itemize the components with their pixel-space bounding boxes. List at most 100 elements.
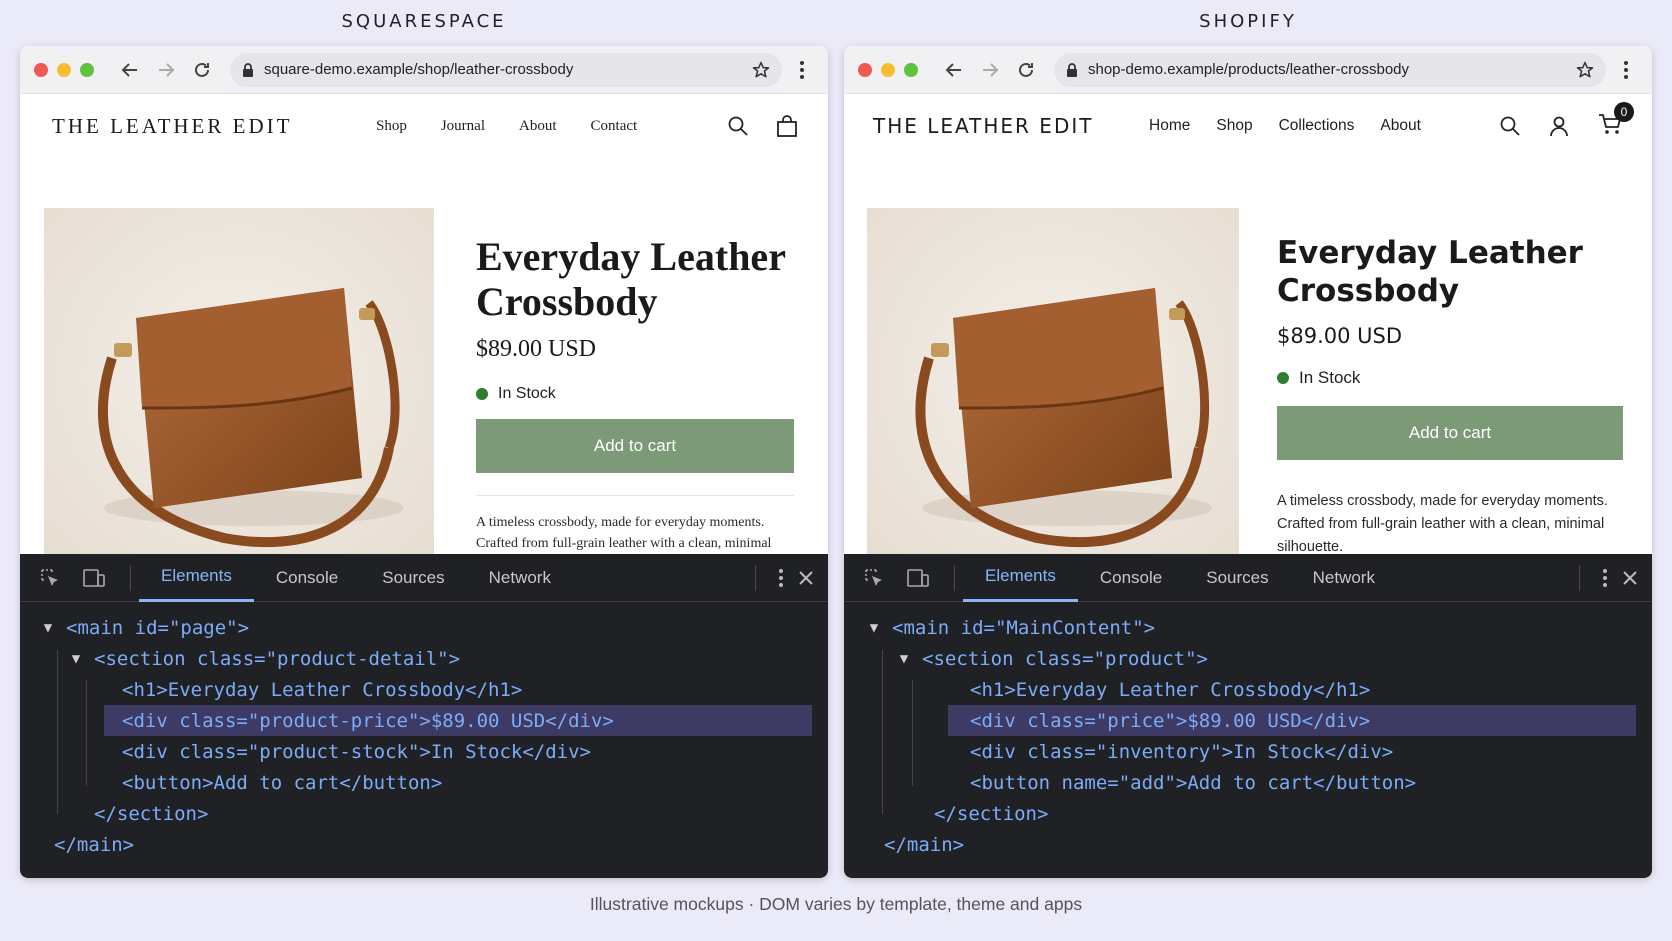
product-price: $89.00 USD — [1277, 324, 1403, 348]
collapse-triangle-icon[interactable]: ▼ — [894, 651, 914, 667]
devtools-actions — [747, 554, 814, 602]
dom-tag: <section class="product-detail"> — [94, 647, 461, 670]
forward-arrow-icon[interactable] — [152, 56, 180, 84]
in-stock-indicator-icon — [476, 388, 488, 400]
shopping-bag-icon[interactable] — [776, 115, 798, 137]
devtools-panel: Elements Console Sources Network ▼ <main … — [844, 554, 1652, 878]
close-devtools-icon[interactable] — [1622, 570, 1638, 586]
dom-node-section[interactable]: ▼ <section class="product-detail"> — [20, 643, 828, 674]
devtools-menu-icon[interactable] — [1602, 568, 1608, 588]
dom-node-main[interactable]: ▼ <main id="page"> — [20, 612, 828, 643]
dom-node-section-close[interactable]: </section> — [20, 798, 828, 829]
stock-status: In Stock — [1277, 368, 1623, 388]
product-description: A timeless crossbody, made for everyday … — [1277, 493, 1608, 555]
device-toolbar-icon[interactable] — [78, 562, 110, 594]
browser-toolbar: shop-demo.example/products/leather-cross… — [844, 46, 1652, 94]
tab-separator — [755, 565, 756, 591]
tab-separator — [954, 564, 955, 591]
dom-node-section[interactable]: ▼ <section class="product"> — [844, 643, 1652, 674]
collapse-triangle-icon[interactable]: ▼ — [66, 651, 86, 667]
devtools-menu-icon[interactable] — [778, 568, 784, 588]
dom-node-inventory[interactable]: <div class="inventory">In Stock</div> — [844, 736, 1652, 767]
dom-tag: <section class="product"> — [922, 647, 1208, 670]
close-window-button[interactable] — [858, 62, 872, 77]
dom-tag: <button>Add to cart</button> — [122, 771, 443, 794]
account-icon[interactable] — [1548, 115, 1570, 137]
back-arrow-icon[interactable] — [940, 56, 968, 84]
collapse-triangle-icon[interactable]: ▼ — [38, 620, 58, 636]
header-icons: 0 — [1500, 101, 1634, 140]
nav-item-journal[interactable]: Journal — [441, 118, 485, 135]
tab-elements[interactable]: Elements — [139, 554, 254, 602]
add-to-cart-button[interactable]: Add to cart — [476, 419, 794, 473]
collapse-triangle-icon[interactable]: ▼ — [864, 620, 884, 636]
brand-logo[interactable]: THE LEATHER EDIT — [52, 114, 292, 139]
device-toolbar-icon[interactable] — [902, 562, 934, 594]
inspect-element-icon[interactable] — [34, 562, 66, 594]
address-bar[interactable]: shop-demo.example/products/leather-cross… — [1054, 52, 1606, 87]
minimize-window-button[interactable] — [881, 62, 895, 77]
nav-item-about[interactable]: About — [519, 118, 557, 135]
close-devtools-icon[interactable] — [798, 570, 814, 586]
dom-node-main-close[interactable]: </main> — [844, 829, 1652, 860]
dom-node-price-selected[interactable]: <div class="product-price">$89.00 USD</d… — [104, 705, 812, 736]
footer-caption: Illustrative mockups · DOM varies by tem… — [589, 894, 1083, 914]
dom-tree: ▼ <main id="MainContent"> ▼ <section class… — [844, 602, 1652, 860]
address-bar[interactable]: square-demo.example/shop/leather-crossbo… — [230, 52, 782, 87]
add-to-cart-button[interactable]: Add to cart — [1277, 406, 1623, 460]
dom-node-button[interactable]: <button>Add to cart</button> — [20, 767, 828, 798]
tab-network[interactable]: Network — [1291, 554, 1397, 602]
reload-icon[interactable] — [188, 56, 216, 84]
browser-menu-icon[interactable] — [1614, 60, 1638, 80]
search-icon[interactable] — [728, 116, 748, 136]
lock-icon — [1067, 62, 1077, 77]
nav-item-collections[interactable]: Collections — [1279, 117, 1355, 135]
close-window-button[interactable] — [34, 62, 48, 77]
tab-separator — [1579, 565, 1580, 591]
tab-sources[interactable]: Sources — [1184, 554, 1290, 602]
cart-button[interactable]: 0 — [1598, 101, 1634, 140]
stock-label: In Stock — [498, 385, 556, 402]
devtools-panel: Elements Console Sources Network ▼ <main … — [20, 554, 828, 878]
forward-arrow-icon[interactable] — [976, 56, 1004, 84]
dom-node-stock[interactable]: <div class="product-stock">In Stock</div… — [20, 736, 828, 767]
storefront-page: THE LEATHER EDIT Shop Journal About Cont… — [20, 94, 828, 580]
dom-node-section-close[interactable]: </section> — [844, 798, 1652, 829]
nav-item-shop[interactable]: Shop — [376, 118, 407, 135]
dom-node-main-close[interactable]: </main> — [20, 829, 828, 860]
maximize-window-button[interactable] — [80, 62, 94, 77]
search-icon[interactable] — [1500, 116, 1520, 136]
dom-node-price-selected[interactable]: <div class="price">$89.00 USD</div> — [948, 705, 1636, 736]
nav-item-home[interactable]: Home — [1149, 117, 1190, 135]
main-nav: Home Shop Collections About — [1149, 117, 1421, 135]
minimize-window-button[interactable] — [57, 62, 71, 77]
product-info: Everyday Leather Crossbody $89.00 USD In… — [1277, 234, 1623, 559]
dom-node-h1[interactable]: <h1>Everyday Leather Crossbody</h1> — [844, 674, 1652, 705]
lock-icon — [243, 62, 253, 77]
tab-sources[interactable]: Sources — [360, 554, 466, 602]
tab-network[interactable]: Network — [467, 554, 573, 602]
tab-elements[interactable]: Elements — [963, 554, 1078, 602]
window-controls — [858, 62, 918, 77]
browser-menu-icon[interactable] — [790, 60, 814, 80]
star-bookmark-icon[interactable] — [752, 61, 770, 79]
tab-separator — [130, 564, 131, 591]
maximize-window-button[interactable] — [904, 62, 918, 77]
cart-count-badge: 0 — [1614, 101, 1634, 122]
dom-node-main[interactable]: ▼ <main id="MainContent"> — [844, 612, 1652, 643]
nav-item-about[interactable]: About — [1380, 117, 1421, 135]
nav-item-shop[interactable]: Shop — [1216, 117, 1252, 135]
divider — [476, 495, 794, 496]
back-arrow-icon[interactable] — [116, 56, 144, 84]
inspect-element-icon[interactable] — [858, 562, 890, 594]
dom-node-button[interactable]: <button name="add">Add to cart</button> — [844, 767, 1652, 798]
shopify-browser-window: shop-demo.example/products/leather-cross… — [844, 46, 1652, 878]
dom-node-h1[interactable]: <h1>Everyday Leather Crossbody</h1> — [20, 674, 828, 705]
star-bookmark-icon[interactable] — [1576, 61, 1594, 79]
tab-console[interactable]: Console — [254, 554, 360, 602]
brand-logo[interactable]: THE LEATHER EDIT — [873, 114, 1093, 138]
reload-icon[interactable] — [1012, 56, 1040, 84]
dom-tag: <h1>Everyday Leather Crossbody</h1> — [970, 678, 1371, 701]
tab-console[interactable]: Console — [1078, 554, 1184, 602]
nav-item-contact[interactable]: Contact — [591, 118, 638, 135]
